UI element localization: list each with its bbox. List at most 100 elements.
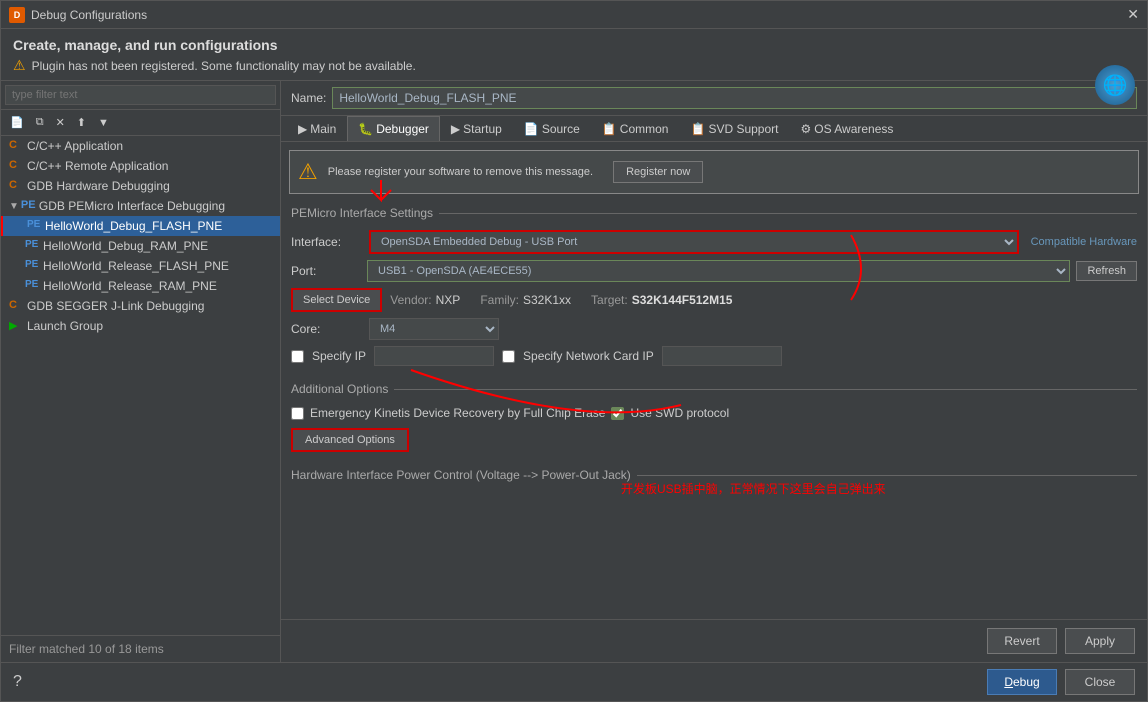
right-panel: Name: ▶ Main 🐛 Debugger ▶ Startup � — [281, 81, 1147, 662]
debug-button[interactable]: Debug — [987, 669, 1057, 695]
tab-main-icon: ▶ — [298, 122, 307, 136]
tab-source[interactable]: 📄 Source — [513, 116, 591, 141]
tab-debugger[interactable]: 🐛 Debugger — [347, 116, 440, 141]
tree-item-cpp-app[interactable]: C C/C++ Application — [1, 136, 280, 156]
duplicate-config-button[interactable]: ⧉ — [31, 113, 49, 132]
tab-main[interactable]: ▶ Main — [287, 116, 347, 141]
sidebar-tree: C C/C++ Application C C/C++ Remote Appli… — [1, 136, 280, 635]
name-row: Name: — [281, 81, 1147, 116]
pemicro-label: GDB PEMicro Interface Debugging — [39, 199, 225, 213]
hw-debug-ram-icon: PE — [25, 239, 39, 253]
main-content: 📄 ⧉ ✕ ⬆ ▼ C C/C++ Application C C/C++ Re… — [1, 81, 1147, 662]
name-input[interactable] — [332, 87, 1137, 109]
tree-item-gdb-hw[interactable]: C GDB Hardware Debugging — [1, 176, 280, 196]
interface-select[interactable]: OpenSDA Embedded Debug - USB Port — [369, 230, 1019, 254]
family-value: S32K1xx — [523, 293, 571, 307]
vendor-label: Vendor: — [390, 293, 431, 307]
tree-item-segger[interactable]: C GDB SEGGER J-Link Debugging — [1, 296, 280, 316]
tab-startup-icon: ▶ — [451, 122, 460, 136]
swd-label: Use SWD protocol — [630, 406, 729, 420]
network-input[interactable] — [662, 346, 782, 366]
tab-source-icon: 📄 — [524, 122, 539, 136]
filter-input[interactable] — [5, 85, 276, 105]
tab-debugger-label: Debugger — [376, 122, 429, 136]
tree-item-pemicro[interactable]: ▼ PE GDB PEMicro Interface Debugging — [1, 196, 280, 216]
pemicro-section-header: PEMicro Interface Settings — [281, 202, 1147, 224]
close-button[interactable]: ✕ — [1127, 6, 1139, 23]
header-warning: ⚠ Plugin has not been registered. Some f… — [13, 57, 1135, 74]
sidebar-filter-area — [1, 81, 280, 110]
tab-svd-icon: 📋 — [690, 122, 705, 136]
tab-common-label: Common — [620, 122, 669, 136]
hw-release-ram-label: HelloWorld_Release_RAM_PNE — [43, 279, 217, 293]
tree-item-hw-release-ram[interactable]: PE HelloWorld_Release_RAM_PNE — [1, 276, 280, 296]
tab-source-label: Source — [542, 122, 580, 136]
header-title: Create, manage, and run configurations — [13, 37, 1135, 53]
collapse-config-button[interactable]: ▼ — [93, 114, 114, 132]
tree-item-hw-release-flash[interactable]: PE HelloWorld_Release_FLASH_PNE — [1, 256, 280, 276]
revert-button[interactable]: Revert — [987, 628, 1057, 654]
cpp-app-label: C/C++ Application — [27, 139, 123, 153]
tab-os-label: OS Awareness — [814, 122, 893, 136]
refresh-button[interactable]: Refresh — [1076, 261, 1137, 281]
export-config-button[interactable]: ⬆ — [72, 113, 91, 132]
tab-main-label: Main — [310, 122, 336, 136]
select-device-button[interactable]: Select Device — [291, 288, 382, 312]
new-config-button[interactable]: 📄 — [5, 113, 29, 132]
app-icon: D — [9, 7, 25, 23]
filter-count: Filter matched 10 of 18 items — [9, 642, 164, 656]
globe-icon: 🌐 — [1095, 65, 1135, 105]
core-row: Core: M4 — [291, 318, 1137, 340]
hw-release-flash-label: HelloWorld_Release_FLASH_PNE — [43, 259, 229, 273]
tab-svd[interactable]: 📋 SVD Support — [679, 116, 789, 141]
core-select[interactable]: M4 — [369, 318, 499, 340]
additional-options-label: Additional Options — [291, 382, 388, 396]
sidebar-toolbar: 📄 ⧉ ✕ ⬆ ▼ — [1, 110, 280, 136]
tree-item-hw-debug-ram[interactable]: PE HelloWorld_Debug_RAM_PNE — [1, 236, 280, 256]
select-device-row: Select Device Vendor: NXP Family: S32K1x… — [291, 288, 1137, 312]
apply-button[interactable]: Apply — [1065, 628, 1135, 654]
close-button[interactable]: Close — [1065, 669, 1135, 695]
emergency-checkbox[interactable] — [291, 407, 304, 420]
launch-label: Launch Group — [27, 319, 103, 333]
bottom-bar: Revert Apply — [281, 619, 1147, 662]
delete-config-button[interactable]: ✕ — [51, 113, 70, 132]
specify-network-checkbox[interactable] — [502, 350, 515, 363]
port-label: Port: — [291, 264, 361, 278]
pemicro-section-line — [439, 213, 1137, 214]
emergency-row: Emergency Kinetis Device Recovery by Ful… — [291, 406, 1137, 420]
specify-ip-checkbox[interactable] — [291, 350, 304, 363]
header: Create, manage, and run configurations ⚠… — [1, 29, 1147, 81]
power-control-label: Hardware Interface Power Control (Voltag… — [291, 468, 631, 482]
ip-input[interactable] — [374, 346, 494, 366]
cpp-remote-label: C/C++ Remote Application — [27, 159, 168, 173]
register-now-button[interactable]: Register now — [613, 161, 703, 183]
interface-label: Interface: — [291, 235, 361, 249]
hw-release-flash-icon: PE — [25, 259, 39, 273]
window-title: Debug Configurations — [31, 8, 1127, 22]
reg-warning-icon: ⚠ — [298, 159, 318, 185]
tab-svd-label: SVD Support — [708, 122, 778, 136]
advanced-options-button[interactable]: Advanced Options — [291, 428, 409, 452]
swd-checkbox[interactable] — [611, 407, 624, 420]
tab-os[interactable]: ⚙ OS Awareness — [789, 116, 904, 141]
compatible-hardware-link[interactable]: Compatible Hardware — [1031, 236, 1137, 248]
tab-os-icon: ⚙ — [800, 122, 811, 136]
reg-message: Please register your software to remove … — [328, 166, 593, 178]
tree-item-cpp-remote[interactable]: C C/C++ Remote Application — [1, 156, 280, 176]
ip-row: Specify IP Specify Network Card IP — [291, 346, 1137, 366]
sidebar-footer: Filter matched 10 of 18 items — [1, 635, 280, 662]
tab-common[interactable]: 📋 Common — [591, 116, 680, 141]
gdb-hw-icon: C — [9, 179, 23, 193]
tree-item-launch[interactable]: ▶ Launch Group — [1, 316, 280, 336]
hw-release-ram-icon: PE — [25, 279, 39, 293]
tab-startup[interactable]: ▶ Startup — [440, 116, 513, 141]
family-label: Family: — [480, 293, 519, 307]
tabs-bar: ▶ Main 🐛 Debugger ▶ Startup 📄 Source 📋 — [281, 116, 1147, 142]
port-select[interactable]: USB1 - OpenSDA (AE4ECE55) — [367, 260, 1070, 282]
help-button[interactable]: ? — [13, 673, 22, 691]
tab-startup-label: Startup — [463, 122, 502, 136]
vendor-info: Vendor: NXP — [390, 293, 460, 307]
target-label: Target: — [591, 293, 628, 307]
tree-item-hw-debug-flash[interactable]: PE HelloWorld_Debug_FLASH_PNE — [1, 216, 280, 236]
